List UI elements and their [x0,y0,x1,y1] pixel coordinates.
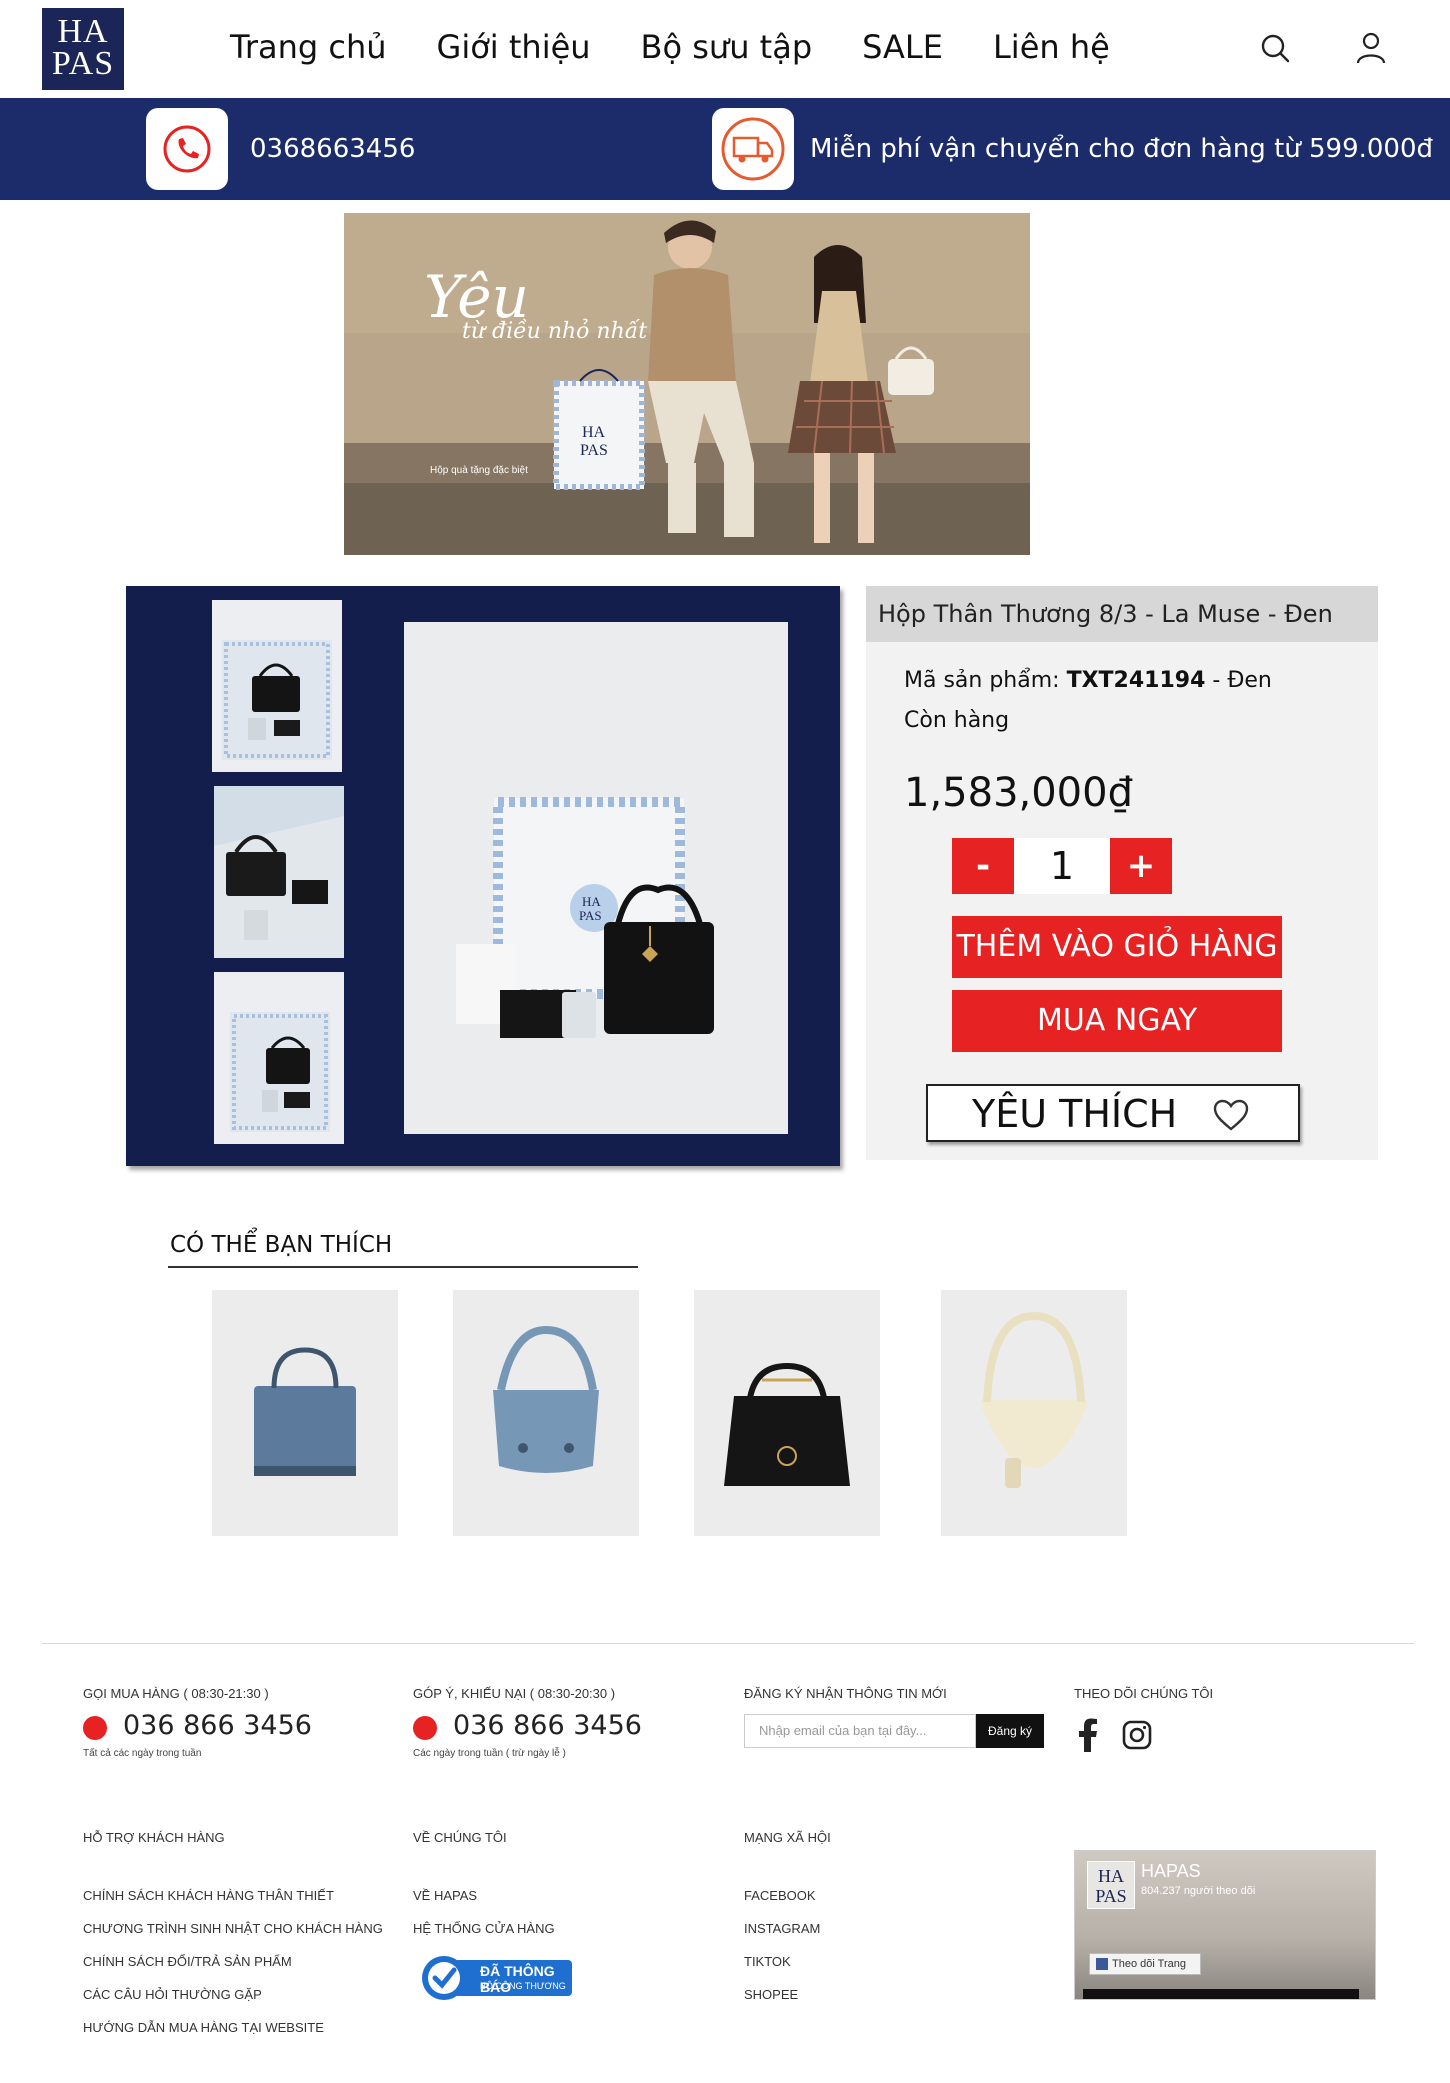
social-heading: MẠNG XÃ HỘI [744,1830,831,1845]
product-gallery: HA PAS [126,586,840,1166]
favorite-label: YÊU THÍCH [972,1092,1178,1136]
nav-about[interactable]: Giới thiệu [437,28,591,66]
main-nav: Trang chủ Giới thiệu Bộ sưu tập SALE Liê… [230,28,1160,66]
related-product-card[interactable] [453,1290,639,1536]
user-icon[interactable] [1356,32,1386,64]
sku-code: TXT241194 [1066,668,1206,693]
hotline-text[interactable]: 0368663456 [250,134,415,164]
support-link[interactable]: CÁC CÂU HỎI THƯỜNG GẶP [83,1987,262,2002]
related-product-card[interactable] [941,1290,1127,1536]
phone-icon [413,1716,437,1740]
order-hotline-heading: GỌI MUA HÀNG ( 08:30-21:30 ) [83,1686,269,1701]
registered-badge[interactable]: ĐÃ THÔNG BÁO BỘ CÔNG THƯƠNG [418,1954,574,2002]
sku-label: Mã sản phẩm: [904,668,1067,693]
product-thumbnail[interactable] [214,972,344,1144]
related-product-image [694,1290,880,1536]
search-icon[interactable] [1260,33,1290,63]
support-heading: HỖ TRỢ KHÁCH HÀNG [83,1830,225,1845]
order-hotline-note: Tất cả các ngày trong tuần [83,1748,202,1759]
product-thumbnail[interactable] [214,786,344,958]
product-sku: Mã sản phẩm: TXT241194 - Đen [904,668,1272,693]
truck-icon [721,117,785,181]
hapas-logo[interactable]: HA PAS [42,8,124,90]
facebook-icon [1096,1958,1108,1970]
phone-icon-box [146,108,228,190]
support-link[interactable]: HƯỚNG DẪN MUA HÀNG TẠI WEBSITE [83,2020,324,2035]
related-section-title: CÓ THỂ BẠN THÍCH [170,1232,393,1258]
product-price: 1,583,000₫ [904,770,1134,816]
nav-collection[interactable]: Bộ sưu tập [641,28,813,66]
social-link-shopee[interactable]: SHOPEE [744,1987,798,2002]
related-product-image [941,1290,1127,1536]
footer-divider [42,1643,1414,1644]
related-product-card[interactable] [212,1290,398,1536]
logo-text-top: HA [57,13,109,50]
fb-follow-button[interactable]: Theo dõi Trang [1089,1953,1201,1975]
svg-text:HA: HA [582,894,601,909]
nav-contact[interactable]: Liên hệ [993,28,1110,66]
heart-icon [1213,1099,1249,1131]
related-product-image [212,1290,398,1536]
quantity-input[interactable]: 1 [1014,838,1110,894]
support-link[interactable]: CHÍNH SÁCH KHÁCH HÀNG THÂN THIẾT [83,1888,334,1903]
social-link-facebook[interactable]: FACEBOOK [744,1888,816,1903]
complaint-hotline-heading: GÓP Ý, KHIẾU NẠI ( 08:30-20:30 ) [413,1686,616,1701]
about-link[interactable]: VỀ HAPAS [413,1888,477,1903]
svg-text:PAS: PAS [580,442,608,459]
promo-banner[interactable]: HA PAS Yêu từ điều nhỏ nhất Hộp quà tặng… [344,213,1030,555]
related-product-image [453,1290,639,1536]
related-product-card[interactable] [694,1290,880,1536]
add-to-cart-button[interactable]: THÊM VÀO GIỎ HÀNG [952,916,1282,978]
phone-icon [83,1716,107,1740]
buy-now-button[interactable]: MUA NGAY [952,990,1282,1052]
about-heading: VỀ CHÚNG TÔI [413,1830,507,1845]
shipping-icon-box [712,108,794,190]
banner-note: Hộp quà tặng đặc biệt [430,465,528,476]
badge-line2: BỘ CÔNG THƯƠNG [480,1981,566,1991]
quantity-increase-button[interactable]: + [1110,838,1172,894]
facebook-icon[interactable] [1076,1718,1100,1752]
fb-page-logo: HA PAS [1087,1861,1135,1909]
complaint-hotline-note: Các ngày trong tuần ( trừ ngày lễ ) [413,1748,566,1759]
sku-suffix: - Đen [1205,668,1272,693]
fb-follow-label: Theo dõi Trang [1112,1958,1186,1970]
product-title: Hộp Thân Thương 8/3 - La Muse - Đen [866,586,1378,642]
order-hotline-number[interactable]: 036 866 3456 [123,1710,312,1741]
newsletter-heading: ĐĂNG KÝ NHẬN THÔNG TIN MỚI [744,1686,947,1701]
support-link[interactable]: CHƯƠNG TRÌNH SINH NHẬT CHO KHÁCH HÀNG [83,1921,383,1936]
svg-text:HA: HA [582,424,606,441]
facebook-page-widget[interactable]: HA PAS HAPAS 804.237 người theo dõi Theo … [1074,1850,1376,2000]
complaint-hotline-number[interactable]: 036 866 3456 [453,1710,642,1741]
quantity-decrease-button[interactable]: - [952,838,1014,894]
nav-home[interactable]: Trang chủ [230,28,387,66]
related-title-underline [168,1266,638,1268]
social-link-instagram[interactable]: INSTAGRAM [744,1921,820,1936]
product-thumbnail[interactable] [212,600,342,772]
product-main-image[interactable]: HA PAS [404,622,788,1134]
info-bar: 0368663456 Miễn phí vận chuyển cho đơn h… [0,98,1450,200]
nav-sale[interactable]: SALE [862,28,943,66]
fb-page-name[interactable]: HAPAS [1141,1861,1201,1882]
newsletter-email-input[interactable]: Nhập email của bạn tại đây... [744,1714,976,1748]
follow-us-heading: THEO DÕI CHÚNG TÔI [1074,1686,1214,1701]
instagram-icon[interactable] [1122,1720,1152,1750]
product-info-panel: Hộp Thân Thương 8/3 - La Muse - Đen Mã s… [866,586,1378,1160]
fb-follower-count: 804.237 người theo dõi [1141,1885,1256,1897]
stock-status: Còn hàng [904,708,1010,733]
social-link-tiktok[interactable]: TIKTOK [744,1954,791,1969]
newsletter-subscribe-button[interactable]: Đăng ký [976,1714,1044,1748]
about-link[interactable]: HỆ THỐNG CỬA HÀNG [413,1921,555,1936]
banner-script-subtitle: từ điều nhỏ nhất [462,319,648,344]
fb-widget-scrollbar[interactable] [1083,1989,1359,1999]
phone-icon [163,125,211,173]
svg-text:PAS: PAS [579,908,602,923]
site-header: HA PAS Trang chủ Giới thiệu Bộ sưu tập S… [0,0,1450,98]
favorite-button[interactable]: YÊU THÍCH [926,1084,1300,1142]
support-link[interactable]: CHÍNH SÁCH ĐỔI/TRẢ SẢN PHẨM [83,1954,292,1969]
free-shipping-text: Miễn phí vận chuyển cho đơn hàng từ 599.… [810,134,1434,164]
logo-text-bottom: PAS [51,45,115,82]
